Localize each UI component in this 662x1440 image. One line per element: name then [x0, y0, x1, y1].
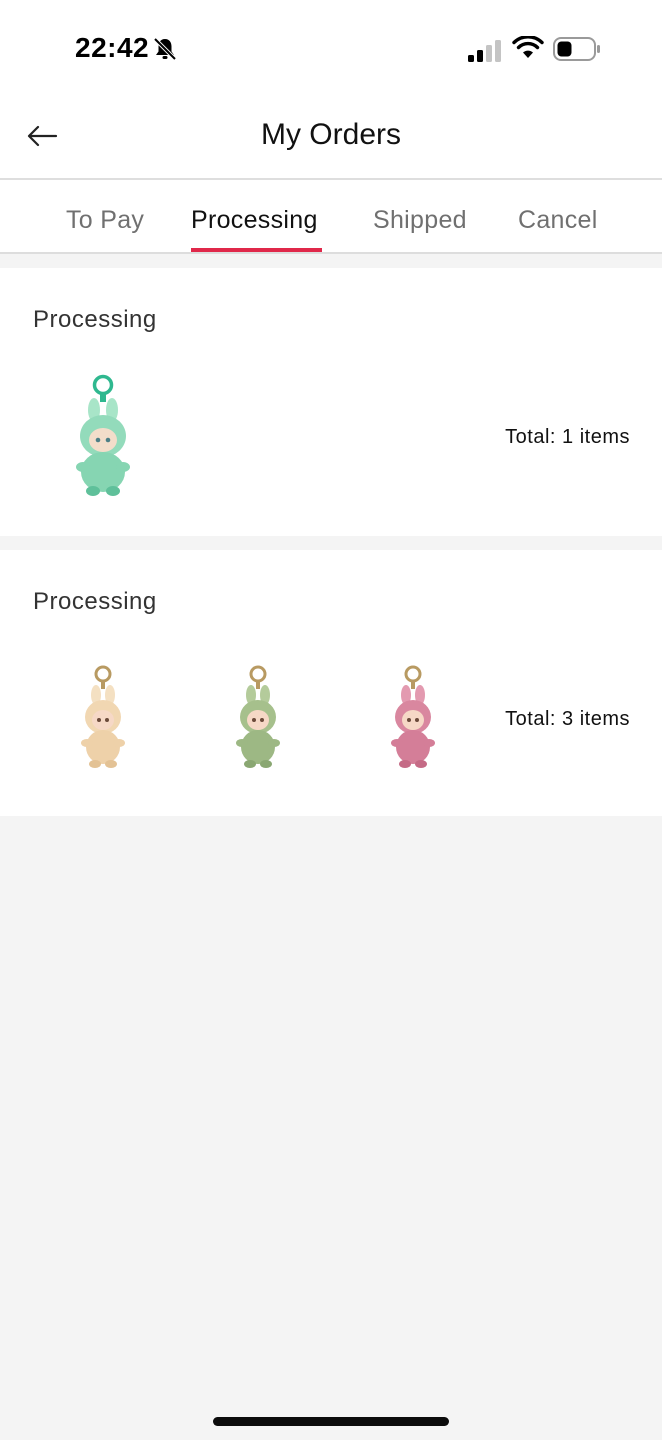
order-status: Processing — [33, 588, 157, 615]
order-status: Processing — [33, 306, 157, 333]
order-card[interactable]: Processing Total: 1 items — [0, 268, 662, 536]
pink-plush-keychain-thumb[interactable] — [382, 663, 444, 773]
battery-icon — [553, 37, 600, 61]
bell-muted-icon — [153, 37, 177, 61]
cream-plush-keychain-thumb[interactable] — [72, 663, 134, 773]
status-bar: 22:42 — [0, 0, 662, 100]
order-card[interactable]: Processing Total: 3 items — [0, 550, 662, 816]
nav-header: My Orders — [0, 100, 662, 180]
top-area: 22:42 My Orders To Pay Processing Shippe… — [0, 0, 662, 254]
tab-to-pay[interactable]: To Pay — [66, 206, 144, 235]
wifi-icon — [512, 36, 544, 58]
order-total: Total: 3 items — [505, 708, 630, 730]
tab-shipped[interactable]: Shipped — [373, 206, 467, 235]
sage-plush-keychain-thumb[interactable] — [227, 663, 289, 773]
home-indicator[interactable] — [213, 1417, 449, 1426]
tab-processing[interactable]: Processing — [191, 206, 318, 235]
tab-bar: To Pay Processing Shipped Cancel — [0, 180, 662, 254]
signal-icon — [468, 40, 501, 62]
order-total: Total: 1 items — [505, 426, 630, 448]
tab-cancel[interactable]: Cancel — [518, 206, 598, 235]
page-title: My Orders — [260, 118, 401, 151]
active-tab-indicator — [191, 248, 322, 252]
status-time: 22:42 — [75, 32, 150, 63]
green-plush-keychain-thumb[interactable] — [63, 372, 143, 500]
